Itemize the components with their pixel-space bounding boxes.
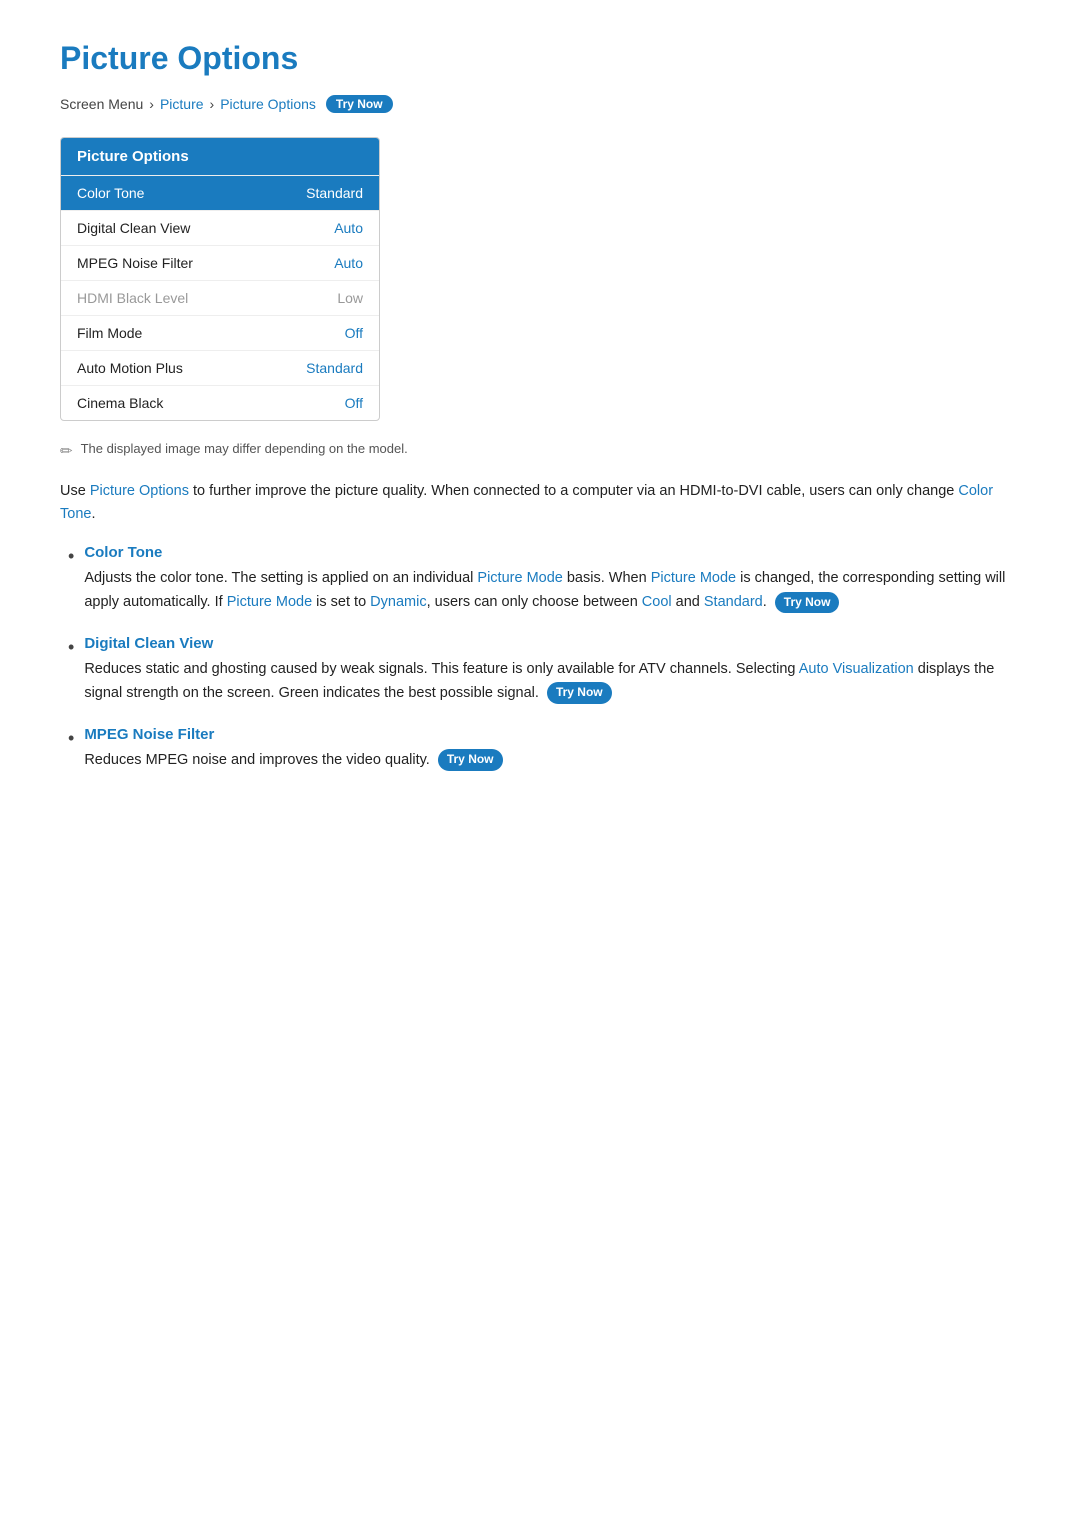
try-now-badge[interactable]: Try Now xyxy=(547,682,612,704)
section-content: Digital Clean View Reduces static and gho… xyxy=(84,635,1020,706)
section-title: Color Tone xyxy=(84,544,1020,561)
try-now-badge[interactable]: Try Now xyxy=(438,749,503,771)
list-item: • Color Tone Adjusts the color tone. The s… xyxy=(68,544,1020,615)
section-body: Reduces MPEG noise and improves the vide… xyxy=(84,749,502,773)
page-title: Picture Options xyxy=(60,40,1020,77)
menu-row-value: Low xyxy=(337,290,363,306)
menu-row-value: Off xyxy=(345,395,363,411)
pencil-icon: ✏ xyxy=(60,442,73,460)
note-row: ✏ The displayed image may differ dependi… xyxy=(60,441,1020,460)
menu-row-value: Standard xyxy=(306,360,363,376)
intro-text-before-link1: Use xyxy=(60,483,90,499)
body-text: . xyxy=(763,594,771,610)
menu-row[interactable]: Cinema Black Off xyxy=(61,385,379,420)
sections-list: • Color Tone Adjusts the color tone. The s… xyxy=(68,544,1020,773)
body-text: and xyxy=(672,594,704,610)
body-text: Reduces MPEG noise and improves the vide… xyxy=(84,752,434,768)
bullet-icon: • xyxy=(68,544,74,569)
body-text: , users can only choose between xyxy=(427,594,642,610)
try-now-badge[interactable]: Try Now xyxy=(775,592,840,614)
body-link[interactable]: Picture Mode xyxy=(477,570,562,586)
intro-paragraph: Use Picture Options to further improve t… xyxy=(60,480,1020,526)
menu-row-label: MPEG Noise Filter xyxy=(77,255,193,271)
body-link[interactable]: Picture Mode xyxy=(651,570,736,586)
body-link[interactable]: Auto Visualization xyxy=(799,661,914,677)
body-link[interactable]: Picture Mode xyxy=(227,594,312,610)
breadcrumb-picture-options[interactable]: Picture Options xyxy=(220,96,316,112)
menu-row-label: Cinema Black xyxy=(77,395,163,411)
breadcrumb-sep-1: › xyxy=(149,96,154,112)
menu-row-label: Auto Motion Plus xyxy=(77,360,183,376)
section-content: Color Tone Adjusts the color tone. The se… xyxy=(84,544,1020,615)
intro-link-picture-options[interactable]: Picture Options xyxy=(90,483,189,499)
intro-text-after-link1: to further improve the picture quality. … xyxy=(189,483,958,499)
menu-row-label: HDMI Black Level xyxy=(77,290,188,306)
menu-row[interactable]: HDMI Black Level Low xyxy=(61,280,379,315)
breadcrumb-try-now-badge[interactable]: Try Now xyxy=(326,95,393,113)
breadcrumb-sep-2: › xyxy=(210,96,215,112)
body-text: Reduces static and ghosting caused by we… xyxy=(84,661,798,677)
menu-row-value: Off xyxy=(345,325,363,341)
menu-row[interactable]: Digital Clean View Auto xyxy=(61,210,379,245)
menu-row-value: Standard xyxy=(306,185,363,201)
note-text: The displayed image may differ depending… xyxy=(81,441,408,456)
breadcrumb-picture[interactable]: Picture xyxy=(160,96,204,112)
menu-row-label: Color Tone xyxy=(77,185,144,201)
body-link[interactable]: Standard xyxy=(704,594,763,610)
body-link[interactable]: Dynamic xyxy=(370,594,426,610)
picture-options-menu: Picture Options Color Tone Standard Digita… xyxy=(60,137,380,421)
body-text: basis. When xyxy=(563,570,651,586)
list-item: • MPEG Noise Filter Reduces MPEG noise and… xyxy=(68,726,1020,773)
breadcrumb: Screen Menu › Picture › Picture Options … xyxy=(60,95,1020,113)
intro-text-end: . xyxy=(91,506,95,522)
breadcrumb-screen-menu: Screen Menu xyxy=(60,96,143,112)
section-body: Reduces static and ghosting caused by we… xyxy=(84,658,1020,706)
menu-row[interactable]: Film Mode Off xyxy=(61,315,379,350)
section-content: MPEG Noise Filter Reduces MPEG noise and … xyxy=(84,726,502,773)
section-body: Adjusts the color tone. The setting is a… xyxy=(84,567,1020,615)
menu-row[interactable]: Color Tone Standard xyxy=(61,175,379,210)
body-link[interactable]: Cool xyxy=(642,594,672,610)
menu-row-label: Film Mode xyxy=(77,325,142,341)
body-text: is set to xyxy=(312,594,370,610)
list-item: • Digital Clean View Reduces static and gh… xyxy=(68,635,1020,706)
bullet-icon: • xyxy=(68,635,74,660)
menu-row-value: Auto xyxy=(334,255,363,271)
menu-row-label: Digital Clean View xyxy=(77,220,190,236)
menu-row[interactable]: Auto Motion Plus Standard xyxy=(61,350,379,385)
section-title: Digital Clean View xyxy=(84,635,1020,652)
menu-header: Picture Options xyxy=(61,138,379,175)
body-text: Adjusts the color tone. The setting is a… xyxy=(84,570,477,586)
bullet-icon: • xyxy=(68,726,74,751)
section-title: MPEG Noise Filter xyxy=(84,726,502,743)
menu-row-value: Auto xyxy=(334,220,363,236)
menu-row[interactable]: MPEG Noise Filter Auto xyxy=(61,245,379,280)
